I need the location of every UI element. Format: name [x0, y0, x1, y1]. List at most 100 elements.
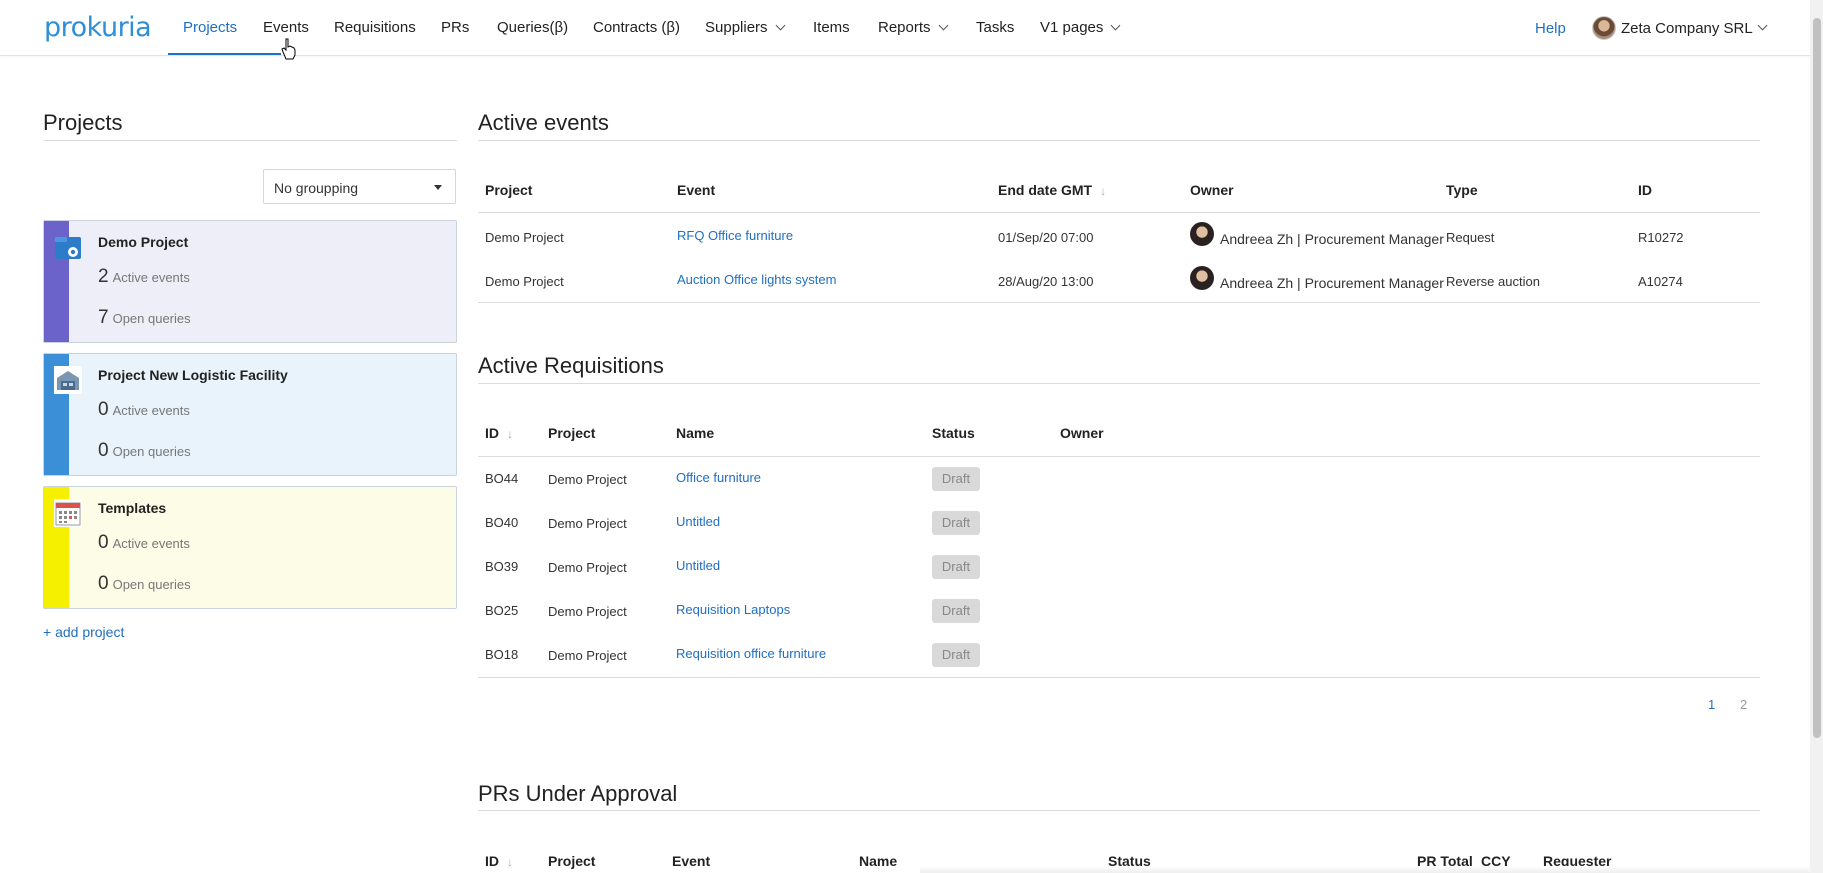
pr-col-header-project[interactable]: Project [548, 853, 595, 869]
chevron-down-icon [1757, 20, 1768, 30]
req-row-project: Demo Project [548, 560, 627, 575]
event-row-owner: Andreea Zh | Procurement Manager [1190, 222, 1444, 251]
nav-v1-pages[interactable]: V1 pages [1040, 19, 1121, 36]
nav-reports-label: Reports [878, 19, 931, 36]
active-events-label: Active events [112, 270, 190, 285]
calendar-icon [54, 499, 82, 527]
divider [478, 302, 1760, 303]
event-row-project: Demo Project [485, 230, 564, 245]
owner-avatar [1190, 222, 1214, 246]
event-row-end-date: 28/Aug/20 13:00 [998, 274, 1094, 289]
grouping-select[interactable]: No groupping [263, 169, 456, 204]
req-row-id: BO18 [485, 647, 519, 662]
req-col-header-status[interactable]: Status [932, 425, 975, 441]
req-row-name-link[interactable]: Office furniture [676, 470, 761, 485]
nav-projects[interactable]: Projects [183, 19, 237, 36]
sort-arrow-icon: ↓ [507, 855, 513, 869]
active-events-label: Active events [112, 536, 190, 551]
scrollbar-thumb[interactable] [1813, 18, 1821, 738]
open-queries-label: Open queries [112, 577, 191, 592]
open-queries-stat: 0 Open queries [98, 573, 191, 595]
event-row-link[interactable]: Auction Office lights system [677, 272, 836, 287]
req-col-header-id[interactable]: ID ↓ [485, 425, 513, 441]
open-queries-label: Open queries [112, 444, 191, 459]
col-header-project[interactable]: Project [485, 182, 532, 198]
prokuria-logo[interactable]: prokuria [44, 12, 152, 43]
nav-suppliers-label: Suppliers [705, 19, 768, 36]
active-requisitions-title: Active Requisitions [478, 353, 664, 378]
owner-name: Andreea Zh | Procurement Manager [1220, 231, 1444, 247]
open-queries-stat: 0 Open queries [98, 440, 191, 462]
divider [478, 677, 1760, 678]
add-project-link[interactable]: + add project [43, 624, 124, 640]
chevron-down-icon [938, 20, 948, 31]
col-header-id[interactable]: ID [1638, 182, 1652, 198]
nav-queries[interactable]: Queries(β) [497, 19, 568, 36]
req-row-name-link[interactable]: Requisition office furniture [676, 646, 826, 661]
req-col-header-owner[interactable]: Owner [1060, 425, 1104, 441]
col-header-type[interactable]: Type [1446, 182, 1478, 198]
req-row-project: Demo Project [548, 648, 627, 663]
page-scrollbar[interactable] [1810, 0, 1823, 873]
divider [478, 456, 1760, 457]
nav-suppliers[interactable]: Suppliers [705, 19, 785, 36]
active-events-count: 0 [98, 532, 109, 553]
company-menu[interactable]: Zeta Company SRL [1592, 14, 1768, 42]
col-header-event[interactable]: Event [677, 182, 715, 198]
chevron-down-icon [1110, 20, 1121, 31]
status-badge: Draft [932, 467, 980, 491]
req-row-name-link[interactable]: Requisition Laptops [676, 602, 790, 617]
col-header-end-date-label: End date GMT [998, 182, 1093, 198]
active-events-stat: 0 Active events [98, 399, 190, 421]
divider [478, 383, 1760, 384]
pr-col-header-name[interactable]: Name [859, 853, 897, 869]
sort-arrow-icon: ↓ [507, 427, 513, 441]
pagination-page-2[interactable]: 2 [1740, 697, 1747, 712]
projects-title: Projects [43, 110, 123, 135]
active-events-stat: 2 Active events [98, 266, 190, 288]
req-row-name-link[interactable]: Untitled [676, 514, 720, 529]
bottom-shadow [920, 866, 1810, 873]
req-row-project: Demo Project [548, 516, 627, 531]
nav-prs[interactable]: PRs [441, 19, 469, 36]
owner-avatar [1190, 266, 1214, 290]
pagination-page-1[interactable]: 1 [1708, 697, 1715, 712]
status-badge: Draft [932, 643, 980, 667]
pr-col-header-id[interactable]: ID ↓ [485, 853, 513, 869]
project-card-templates[interactable]: Templates 0 Active events 0 Open queries [43, 486, 457, 609]
project-card-demo[interactable]: Demo Project 2 Active events 7 Open querie… [43, 220, 457, 343]
open-queries-label: Open queries [112, 311, 191, 326]
divider [478, 140, 1760, 141]
col-header-owner[interactable]: Owner [1190, 182, 1234, 198]
nav-reports[interactable]: Reports [878, 19, 948, 36]
req-row-id: BO25 [485, 603, 519, 618]
event-row-end-date: 01/Sep/20 07:00 [998, 230, 1094, 245]
pr-col-header-event[interactable]: Event [672, 853, 710, 869]
nav-tasks[interactable]: Tasks [976, 19, 1014, 36]
col-header-end-date[interactable]: End date GMT ↓ [998, 182, 1106, 198]
event-row-link[interactable]: RFQ Office furniture [677, 228, 793, 243]
nav-events[interactable]: Events [263, 19, 309, 36]
nav-items[interactable]: Items [813, 19, 850, 36]
project-card-title: Templates [98, 500, 167, 516]
company-avatar [1592, 16, 1616, 40]
req-col-header-project[interactable]: Project [548, 425, 595, 441]
req-col-header-name[interactable]: Name [676, 425, 714, 441]
open-queries-count: 0 [98, 573, 109, 594]
nav-contracts[interactable]: Contracts (β) [593, 19, 680, 36]
warehouse-icon [54, 366, 82, 394]
caret-down-icon [434, 185, 442, 190]
divider [478, 810, 1760, 811]
prs-under-approval-title: PRs Under Approval [478, 781, 678, 806]
req-row-project: Demo Project [548, 604, 627, 619]
req-col-header-id-label: ID [485, 425, 499, 441]
project-card-logistic[interactable]: Project New Logistic Facility 0 Active ev… [43, 353, 457, 476]
help-link[interactable]: Help [1535, 20, 1566, 37]
company-name: Zeta Company SRL [1621, 19, 1753, 37]
divider [43, 140, 457, 141]
nav-requisitions[interactable]: Requisitions [334, 19, 416, 36]
project-card-title: Project New Logistic Facility [98, 367, 288, 383]
req-row-name-link[interactable]: Untitled [676, 558, 720, 573]
req-row-id: BO44 [485, 471, 519, 486]
event-row-id: R10272 [1638, 230, 1684, 245]
